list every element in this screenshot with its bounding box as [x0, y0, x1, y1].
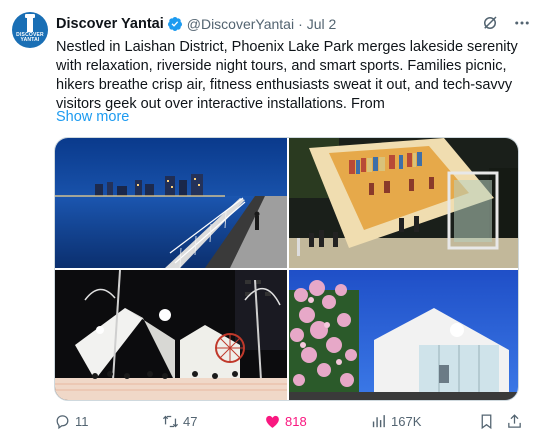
show-more-link[interactable]: Show more [56, 109, 129, 125]
author-handle[interactable]: @DiscoverYantai [187, 16, 294, 32]
share-icon [508, 413, 521, 428]
avatar[interactable]: DISCOVER YANTAI [12, 12, 48, 48]
more-options-icon[interactable] [512, 13, 532, 33]
photo-lakeside-night[interactable] [55, 138, 287, 268]
reply-count: 11 [75, 413, 89, 429]
bookmark-button[interactable] [478, 413, 495, 430]
tweet-text: Nestled in Laishan District, Phoenix Lak… [56, 39, 518, 112]
like-count: 818 [285, 413, 307, 429]
reply-button[interactable]: 11 [54, 413, 89, 430]
share-button[interactable] [506, 413, 523, 430]
retweet-icon [162, 415, 179, 427]
views-chart-icon [372, 414, 385, 427]
author-name[interactable]: Discover Yantai [56, 16, 164, 32]
like-button[interactable]: 818 [264, 413, 307, 430]
lighthouse-icon [25, 14, 35, 32]
media-grid [54, 137, 519, 401]
verified-badge-icon [167, 16, 183, 32]
tweet-action-bar: 11 47 818 167K [54, 410, 524, 432]
photo-bookshelf-pavilion[interactable] [289, 138, 518, 268]
grok-icon[interactable] [480, 13, 500, 33]
avatar-logo-text: DISCOVER YANTAI [16, 32, 44, 43]
tweet-card[interactable]: DISCOVER YANTAI Discover Yantai @Discove… [0, 0, 544, 446]
heart-icon [266, 415, 279, 428]
bookmark-icon [481, 413, 492, 429]
photo-blossom-pavilion[interactable] [289, 270, 518, 400]
tweet-header: Discover Yantai @DiscoverYantai · Jul 2 [56, 14, 484, 34]
photo-night-pavilions[interactable] [55, 270, 287, 400]
retweet-count: 47 [183, 413, 198, 429]
retweet-button[interactable]: 47 [162, 413, 197, 430]
header-separator: · [298, 16, 303, 32]
tweet-top-actions [480, 13, 532, 33]
views-count: 167K [391, 413, 422, 429]
views-button[interactable]: 167K [370, 413, 421, 430]
tweet-date[interactable]: Jul 2 [307, 16, 337, 32]
reply-icon [56, 414, 69, 429]
